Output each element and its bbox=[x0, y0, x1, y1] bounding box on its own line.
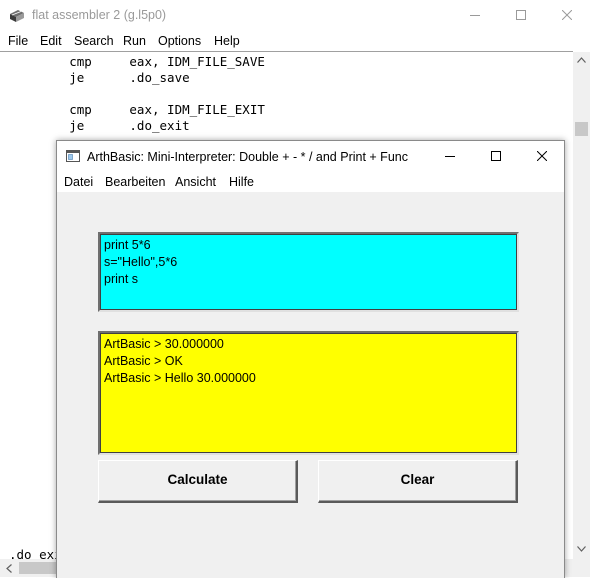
vertical-scroll-thumb[interactable] bbox=[575, 122, 588, 136]
dialog-minimize-button[interactable] bbox=[427, 141, 473, 172]
outer-close-button[interactable] bbox=[544, 0, 590, 31]
scroll-down-arrow-icon[interactable] bbox=[577, 546, 586, 552]
menu-ansicht[interactable]: Ansicht bbox=[175, 175, 216, 189]
menu-hilfe[interactable]: Hilfe bbox=[229, 175, 254, 189]
code-line: cmp eax, IDM_FILE_EXIT bbox=[9, 102, 265, 117]
horizontal-scroll-thumb[interactable] bbox=[19, 562, 56, 574]
code-line: cmp eax, IDM_FILE_SAVE bbox=[9, 54, 265, 69]
input-line: s="Hello",5*6 bbox=[104, 255, 178, 269]
outer-window-title: flat assembler 2 (g.l5p0) bbox=[32, 8, 167, 22]
arthbasic-dialog: ArthBasic: Mini-Interpreter: Double + - … bbox=[56, 140, 565, 578]
outer-title-bar[interactable]: flat assembler 2 (g.l5p0) bbox=[0, 0, 590, 31]
scroll-up-arrow-icon[interactable] bbox=[577, 57, 586, 63]
calculate-button[interactable]: Calculate bbox=[98, 460, 298, 503]
code-input-box[interactable]: print 5*6 s="Hello",5*6 print s bbox=[98, 232, 519, 312]
app-books-icon bbox=[10, 10, 24, 22]
output-box[interactable]: ArtBasic > 30.000000 ArtBasic > OK ArtBa… bbox=[98, 331, 519, 455]
dialog-menu-bar: Datei Bearbeiten Ansicht Hilfe bbox=[57, 173, 564, 192]
menu-edit[interactable]: Edit bbox=[40, 34, 62, 48]
code-line: je .do_save bbox=[9, 70, 190, 85]
output-line: ArtBasic > OK bbox=[104, 354, 183, 368]
input-line: print 5*6 bbox=[104, 238, 151, 252]
dialog-close-button[interactable] bbox=[519, 141, 565, 172]
menu-search[interactable]: Search bbox=[74, 34, 114, 48]
output-line: ArtBasic > Hello 30.000000 bbox=[104, 371, 256, 385]
outer-maximize-button[interactable] bbox=[498, 0, 544, 31]
minimize-icon bbox=[470, 15, 480, 16]
menu-datei[interactable]: Datei bbox=[64, 175, 93, 189]
outer-minimize-button[interactable] bbox=[452, 0, 498, 31]
maximize-icon bbox=[491, 151, 501, 161]
outer-menu-bar: File Edit Search Run Options Help bbox=[0, 31, 590, 51]
scroll-left-arrow-icon[interactable] bbox=[6, 564, 12, 573]
maximize-icon bbox=[516, 10, 526, 20]
dialog-title: ArthBasic: Mini-Interpreter: Double + - … bbox=[87, 150, 408, 164]
menu-file[interactable]: File bbox=[8, 34, 28, 48]
code-line: je .do_exit bbox=[9, 118, 190, 133]
code-input-content[interactable]: print 5*6 s="Hello",5*6 print s bbox=[100, 234, 517, 310]
close-icon bbox=[537, 151, 547, 161]
vertical-scrollbar[interactable] bbox=[573, 52, 590, 559]
menu-run[interactable]: Run bbox=[123, 34, 146, 48]
minimize-icon bbox=[445, 156, 455, 157]
clear-button[interactable]: Clear bbox=[318, 460, 518, 503]
menu-options[interactable]: Options bbox=[158, 34, 201, 48]
menu-bearbeiten[interactable]: Bearbeiten bbox=[105, 175, 165, 189]
output-content[interactable]: ArtBasic > 30.000000 ArtBasic > OK ArtBa… bbox=[100, 333, 517, 453]
menu-help[interactable]: Help bbox=[214, 34, 240, 48]
input-line: print s bbox=[104, 272, 139, 286]
output-line: ArtBasic > 30.000000 bbox=[104, 337, 224, 351]
dialog-maximize-button[interactable] bbox=[473, 141, 519, 172]
close-icon bbox=[562, 10, 572, 20]
app-window-icon bbox=[66, 150, 80, 162]
dialog-title-bar[interactable]: ArthBasic: Mini-Interpreter: Double + - … bbox=[57, 141, 564, 173]
